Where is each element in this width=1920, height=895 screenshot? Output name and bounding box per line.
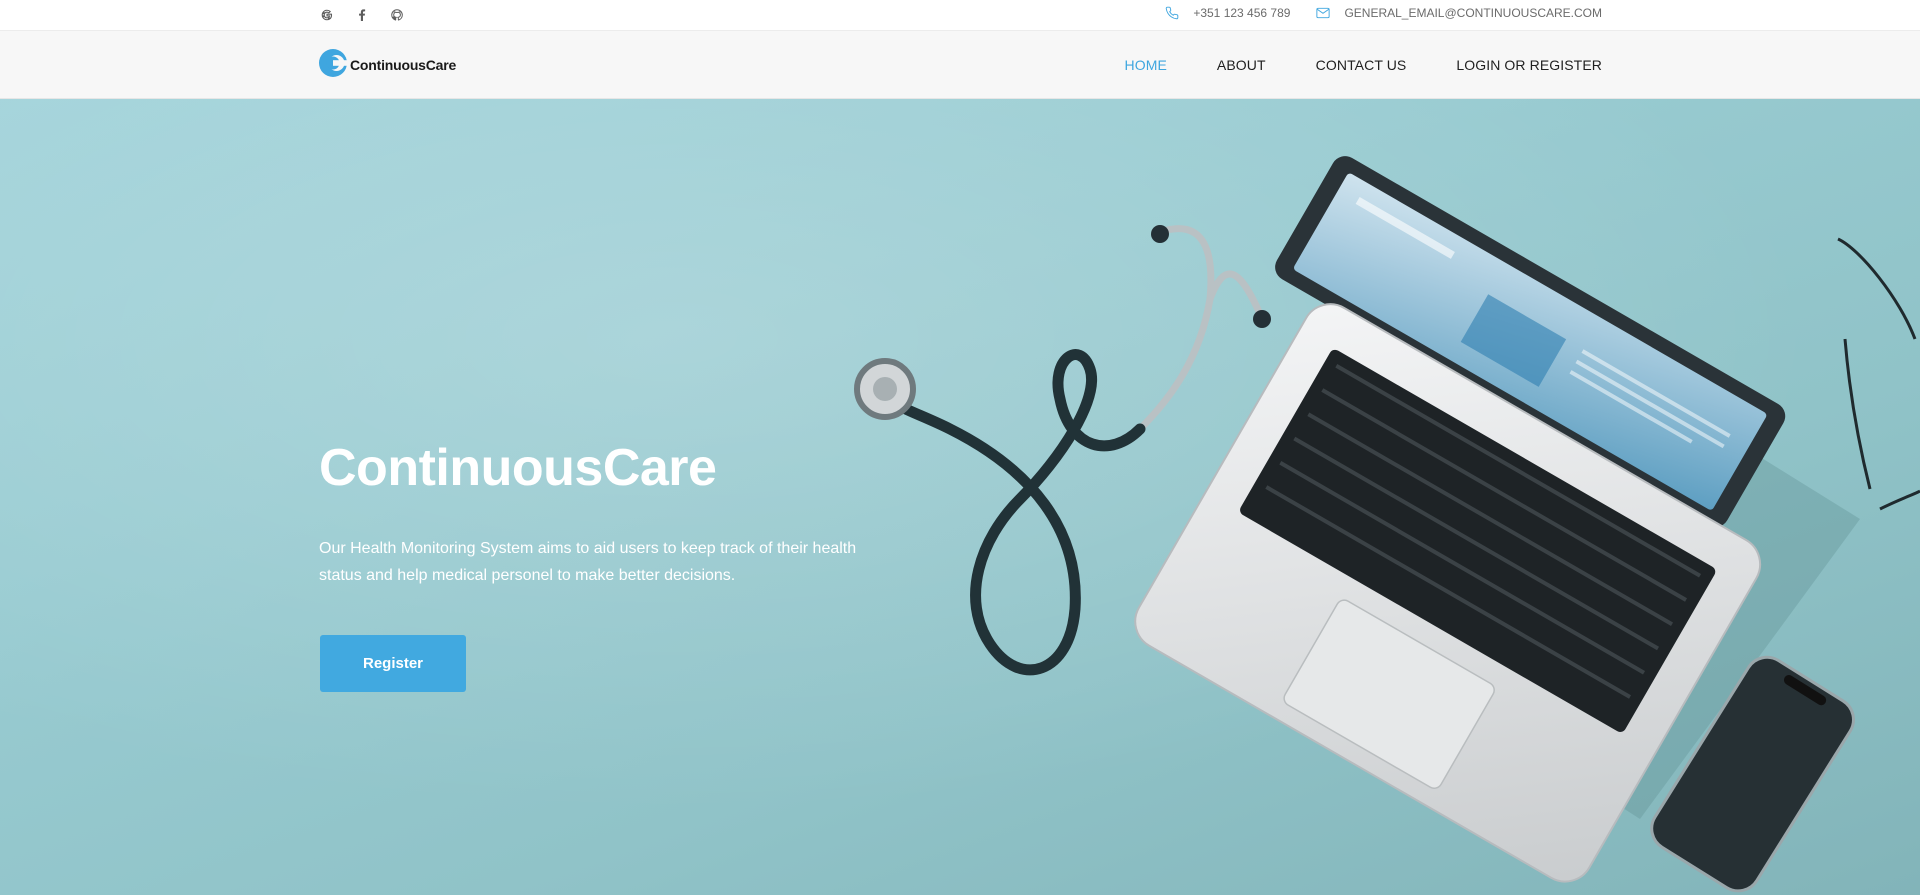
hero-section: ContinuousCare Our Health Monitoring Sys…: [0, 99, 1920, 895]
main-navbar: ContinuousCare HOME ABOUT CONTACT US LOG…: [0, 31, 1920, 99]
top-bar: +351 123 456 789 GENERAL_EMAIL@CONTINUOU…: [0, 0, 1920, 31]
nav-about[interactable]: ABOUT: [1217, 57, 1266, 73]
nav-home[interactable]: HOME: [1125, 57, 1167, 73]
hero-description: Our Health Monitoring System aims to aid…: [319, 540, 857, 584]
social-links: [318, 0, 405, 30]
email-address[interactable]: GENERAL_EMAIL@CONTINUOUSCARE.COM: [1344, 6, 1602, 20]
nav-links: HOME ABOUT CONTACT US LOGIN OR REGISTER: [1125, 31, 1602, 99]
nav-login-register[interactable]: LOGIN OR REGISTER: [1456, 57, 1602, 73]
email-contact: GENERAL_EMAIL@CONTINUOUSCARE.COM: [1316, 6, 1602, 20]
facebook-icon[interactable]: [353, 7, 370, 24]
brand-name: ContinuousCare: [350, 57, 457, 73]
hero-background-image: [0, 99, 1920, 895]
phone-number[interactable]: +351 123 456 789: [1193, 6, 1290, 20]
contact-info: +351 123 456 789 GENERAL_EMAIL@CONTINUOU…: [1165, 0, 1602, 26]
envelope-icon: [1316, 7, 1331, 19]
logo-icon: [318, 46, 348, 85]
register-button[interactable]: Register: [320, 635, 466, 692]
hero-title: ContinuousCare: [319, 439, 717, 497]
github-icon[interactable]: [388, 7, 405, 24]
nav-contact-us[interactable]: CONTACT US: [1316, 57, 1407, 73]
phone-contact: +351 123 456 789: [1165, 6, 1290, 20]
brand-logo[interactable]: ContinuousCare: [318, 48, 456, 82]
google-icon[interactable]: [318, 7, 335, 24]
phone-icon: [1165, 6, 1179, 20]
